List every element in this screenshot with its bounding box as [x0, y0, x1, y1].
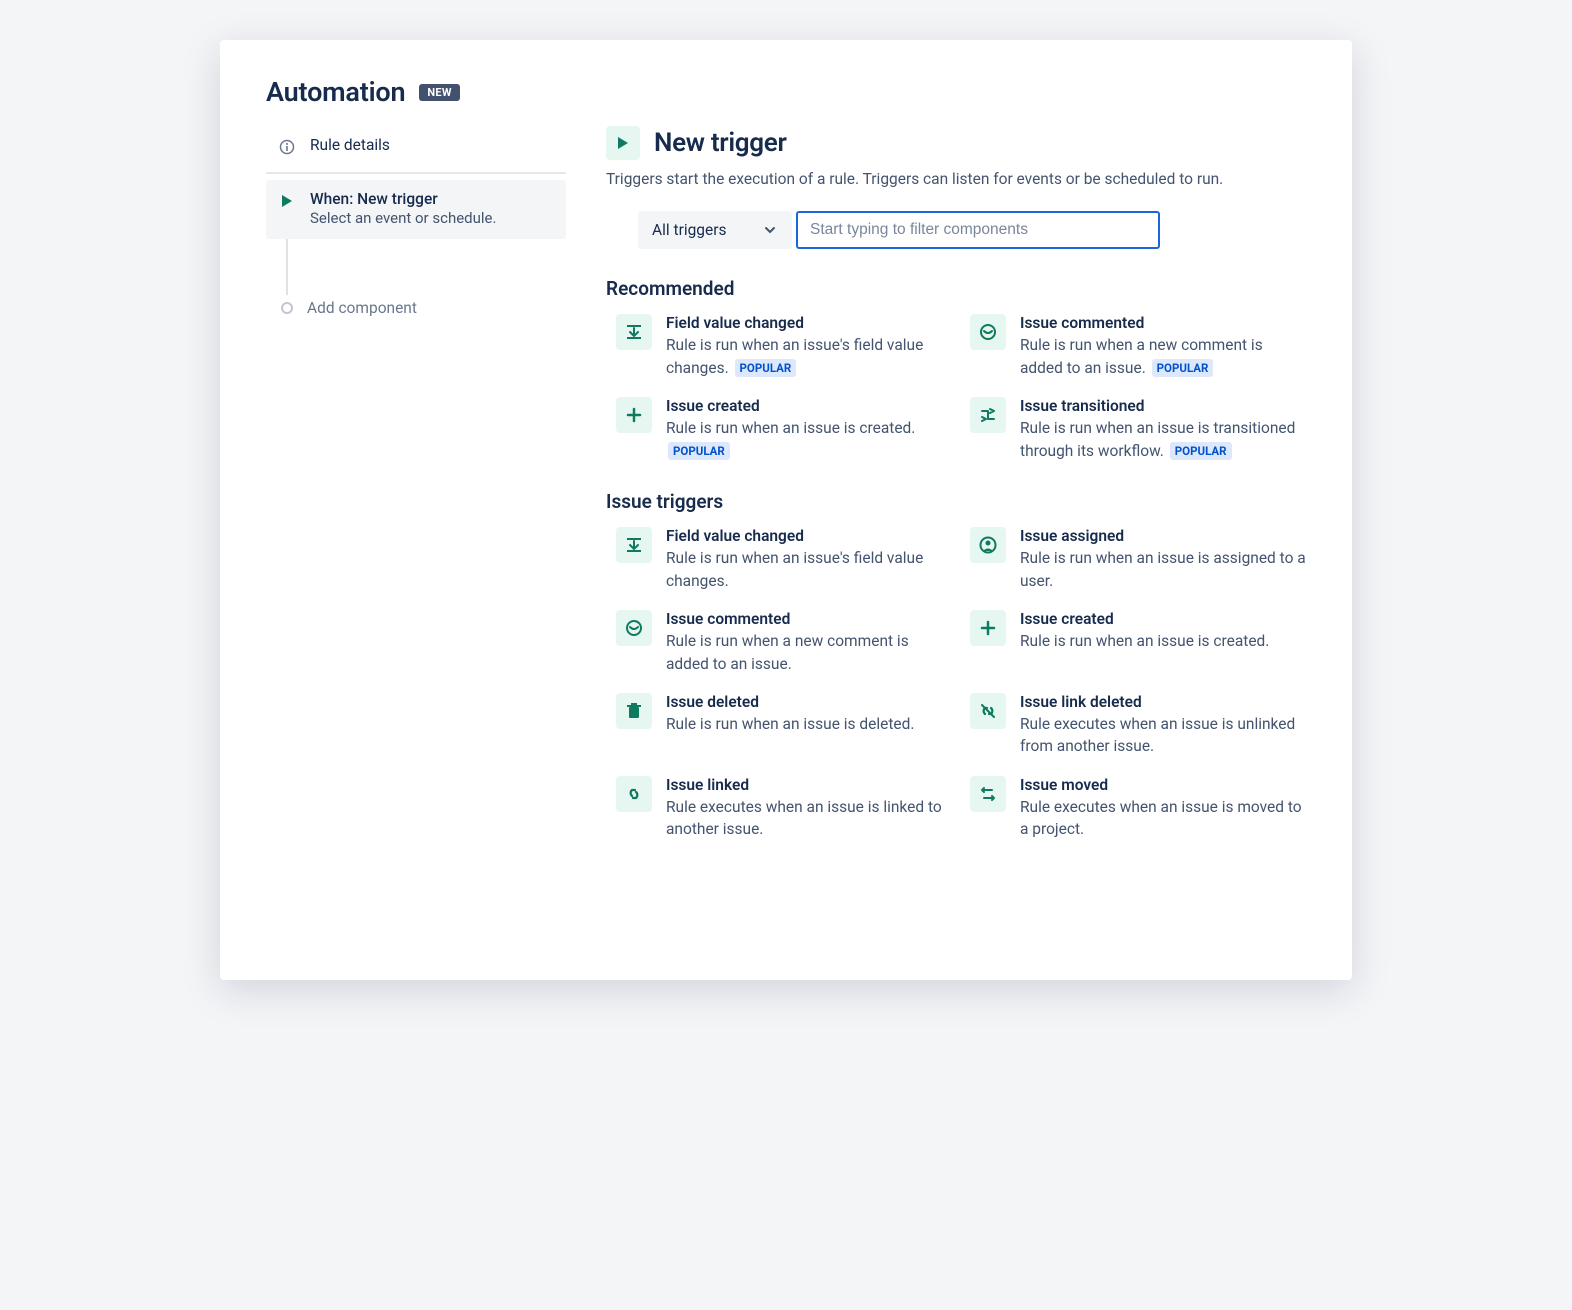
info-icon — [278, 138, 296, 156]
trigger-option-title: Issue created — [666, 397, 952, 415]
trigger-option[interactable]: Issue assigned Rule is run when an issue… — [970, 527, 1306, 592]
dropdown-label: All triggers — [652, 221, 726, 239]
trigger-option-desc: Rule is run when an issue is created. PO… — [666, 417, 952, 462]
trigger-step-title: When: New trigger — [310, 190, 496, 208]
add-component-label: Add component — [307, 299, 417, 317]
page-title: Automation — [266, 76, 405, 108]
trigger-option[interactable]: Issue created Rule is run when an issue … — [616, 397, 952, 462]
trigger-option-desc: Rule is run when an issue is deleted. — [666, 713, 952, 735]
popular-badge: POPULAR — [735, 359, 797, 378]
trigger-option-title: Issue commented — [1020, 314, 1306, 332]
trigger-option-desc: Rule is run when an issue is created. — [1020, 630, 1306, 652]
plus-icon — [616, 397, 652, 433]
popular-badge: POPULAR — [1152, 359, 1214, 378]
trigger-header-icon — [606, 126, 640, 160]
trigger-option-desc: Rule executes when an issue is moved to … — [1020, 796, 1306, 841]
trigger-option-title: Issue transitioned — [1020, 397, 1306, 415]
trash-icon — [616, 693, 652, 729]
comment-icon — [616, 610, 652, 646]
trigger-option-desc: Rule executes when an issue is unlinked … — [1020, 713, 1306, 758]
trigger-option[interactable]: Issue moved Rule executes when an issue … — [970, 776, 1306, 841]
trigger-option-title: Issue commented — [666, 610, 952, 628]
trigger-desc: Triggers start the execution of a rule. … — [606, 168, 1306, 191]
trigger-option-title: Issue linked — [666, 776, 952, 794]
step-connector — [286, 239, 288, 295]
trigger-option-title: Issue deleted — [666, 693, 952, 711]
move-icon — [970, 776, 1006, 812]
popular-badge: POPULAR — [1170, 442, 1232, 461]
trigger-option[interactable]: Issue commented Rule is run when a new c… — [970, 314, 1306, 379]
section-recommended: Recommended — [606, 277, 1306, 300]
trigger-option-title: Field value changed — [666, 314, 952, 332]
trigger-option-desc: Rule executes when an issue is linked to… — [666, 796, 952, 841]
user-icon — [970, 527, 1006, 563]
trigger-option-desc: Rule is run when an issue's field value … — [666, 547, 952, 592]
chevron-down-icon — [762, 222, 778, 238]
trigger-option[interactable]: Issue link deleted Rule executes when an… — [970, 693, 1306, 758]
trigger-category-dropdown[interactable]: All triggers — [638, 211, 792, 249]
trigger-step-row[interactable]: When: New trigger Select an event or sch… — [266, 180, 566, 239]
field-change-icon — [616, 527, 652, 563]
filter-input[interactable] — [796, 211, 1160, 249]
trigger-option-desc: Rule is run when an issue is assigned to… — [1020, 547, 1306, 592]
rule-details-row[interactable]: Rule details — [266, 126, 566, 174]
trigger-option-title: Issue moved — [1020, 776, 1306, 794]
trigger-option-title: Issue created — [1020, 610, 1306, 628]
new-badge: NEW — [419, 84, 459, 101]
trigger-option-desc: Rule is run when a new comment is added … — [666, 630, 952, 675]
section-issue-triggers: Issue triggers — [606, 490, 1306, 513]
trigger-title: New trigger — [654, 128, 787, 158]
comment-icon — [970, 314, 1006, 350]
plus-icon — [970, 610, 1006, 646]
rule-sidebar: Rule details When: New trigger Select an… — [266, 126, 566, 841]
trigger-option[interactable]: Field value changed Rule is run when an … — [616, 527, 952, 592]
trigger-option[interactable]: Issue transitioned Rule is run when an i… — [970, 397, 1306, 462]
trigger-option-title: Field value changed — [666, 527, 952, 545]
trigger-option[interactable]: Field value changed Rule is run when an … — [616, 314, 952, 379]
trigger-option-desc: Rule is run when an issue's field value … — [666, 334, 952, 379]
rule-details-label: Rule details — [310, 136, 390, 154]
trigger-option[interactable]: Issue linked Rule executes when an issue… — [616, 776, 952, 841]
trigger-option[interactable]: Issue deleted Rule is run when an issue … — [616, 693, 952, 758]
popular-badge: POPULAR — [668, 442, 730, 461]
trigger-step-sub: Select an event or schedule. — [310, 208, 496, 229]
page-header: Automation NEW — [266, 76, 1306, 108]
unlink-icon — [970, 693, 1006, 729]
trigger-option-title: Issue link deleted — [1020, 693, 1306, 711]
trigger-option[interactable]: Issue commented Rule is run when a new c… — [616, 610, 952, 675]
add-node-icon — [281, 302, 293, 314]
add-component-row[interactable]: Add component — [266, 295, 566, 321]
trigger-option-desc: Rule is run when an issue is transitione… — [1020, 417, 1306, 462]
automation-panel: Automation NEW Rule details When: New tr… — [220, 40, 1352, 980]
trigger-option[interactable]: Issue created Rule is run when an issue … — [970, 610, 1306, 675]
trigger-picker: New trigger Triggers start the execution… — [606, 126, 1306, 841]
transition-icon — [970, 397, 1006, 433]
link-icon — [616, 776, 652, 812]
trigger-option-title: Issue assigned — [1020, 527, 1306, 545]
play-icon — [278, 192, 296, 210]
trigger-option-desc: Rule is run when a new comment is added … — [1020, 334, 1306, 379]
field-change-icon — [616, 314, 652, 350]
